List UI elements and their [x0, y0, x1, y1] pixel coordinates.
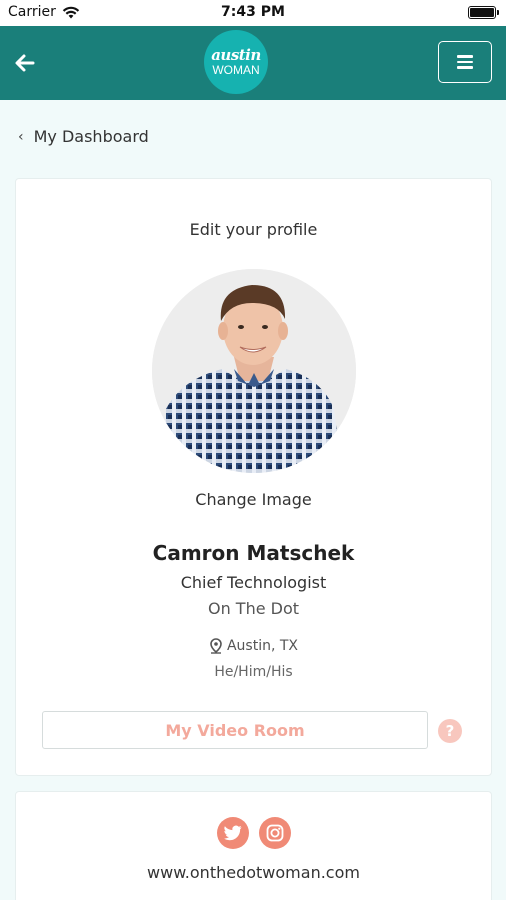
avatar-photo — [152, 269, 356, 473]
twitter-glyph — [223, 825, 242, 841]
breadcrumb-dashboard-link[interactable]: ‹ My Dashboard — [18, 127, 149, 146]
status-bar: Carrier 7:43 PM — [0, 0, 506, 26]
website-link[interactable]: www.onthedotwoman.com — [16, 863, 491, 882]
video-room-button[interactable]: My Video Room — [42, 711, 428, 749]
austin-woman-logo[interactable]: austin WOMAN — [204, 30, 268, 94]
profile-title: Edit your profile — [189, 220, 318, 239]
change-image-link[interactable]: Change Image — [16, 490, 491, 509]
help-icon[interactable]: ? — [438, 719, 462, 743]
back-arrow-icon[interactable] — [12, 50, 38, 76]
profile-role: Chief Technologist — [180, 573, 327, 592]
chevron-left-icon: ‹ — [18, 128, 24, 145]
breadcrumb-label: My Dashboard — [33, 127, 149, 146]
battery-icon — [468, 6, 499, 19]
social-card: www.onthedotwoman.com — [15, 791, 492, 900]
location-label: Austin, TX — [226, 638, 299, 654]
menu-button[interactable] — [438, 41, 492, 83]
hamburger-icon-line — [457, 66, 473, 69]
instagram-glyph — [266, 824, 283, 842]
hamburger-icon-line — [457, 60, 473, 64]
profile-location: Austin, TX — [16, 638, 491, 654]
location-pin-icon — [210, 638, 222, 654]
profile-pronouns: He/Him/His — [214, 664, 293, 680]
profile-card: Edit your profile Change Image Camron Ma… — [15, 178, 492, 776]
instagram-icon[interactable] — [258, 817, 291, 849]
logo-bottom-text: WOMAN — [212, 63, 260, 77]
twitter-icon[interactable] — [216, 817, 249, 849]
hamburger-icon-line — [457, 55, 473, 58]
profile-company: On The Dot — [207, 599, 300, 618]
profile-name: Camron Matschek — [152, 541, 355, 565]
app-header: austin WOMAN — [0, 26, 506, 100]
logo-top-text: austin — [211, 46, 261, 64]
status-time: 7:43 PM — [221, 4, 285, 20]
social-icons — [16, 817, 491, 849]
avatar[interactable] — [152, 269, 356, 473]
